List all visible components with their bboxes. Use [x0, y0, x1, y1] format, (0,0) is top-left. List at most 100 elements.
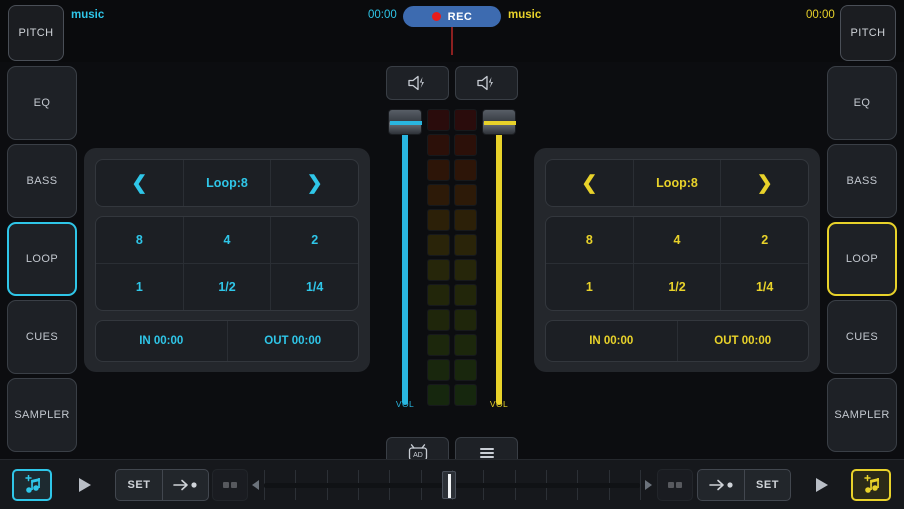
sidebar-item-loop-b[interactable]: LOOP	[827, 222, 897, 296]
loop-beat-button[interactable]: 4	[182, 217, 271, 263]
load-track-button-deck-b[interactable]	[851, 469, 891, 501]
vu-meter-row	[427, 159, 477, 181]
mixer-body: VOL VOL	[386, 109, 518, 429]
vu-meter-segment	[454, 309, 477, 331]
speaker-buttons-row	[386, 66, 518, 100]
speaker-bolt-icon	[407, 75, 424, 91]
vu-meter-segment	[427, 184, 450, 206]
speaker-button-deck-b[interactable]	[455, 66, 518, 100]
sidebar-deck-a: EQ BASS LOOP CUES SAMPLER	[7, 66, 77, 456]
chevron-left-icon: ❮	[581, 172, 598, 194]
volume-fader-deck-a[interactable]: VOL	[386, 109, 424, 409]
play-icon	[816, 478, 828, 492]
crossfader[interactable]	[250, 469, 654, 501]
record-button[interactable]: REC	[403, 6, 501, 27]
set-button-deck-b[interactable]: SET	[743, 470, 790, 500]
cue-jump-button-deck-a[interactable]	[161, 470, 208, 500]
loop-beat-button[interactable]: 1/2	[632, 264, 721, 310]
cue-controls-deck-b: SET	[697, 469, 791, 501]
vu-meter-row	[427, 184, 477, 206]
volume-label-deck-a: VOL	[395, 399, 415, 409]
triangle-right-icon[interactable]	[645, 480, 652, 490]
loop-next-button-a[interactable]: ❯	[270, 160, 358, 206]
load-track-button-deck-a[interactable]	[12, 469, 52, 501]
triangle-left-icon[interactable]	[252, 480, 259, 490]
loop-in-button-a[interactable]: IN 00:00	[96, 321, 227, 361]
loop-beat-button[interactable]: 8	[546, 217, 633, 263]
loop-prev-button-b[interactable]: ❮	[546, 160, 633, 206]
vu-meter-segment	[454, 184, 477, 206]
vu-meter-row	[427, 234, 477, 256]
crossfader-handle[interactable]	[442, 471, 456, 499]
pitch-label: PITCH	[850, 27, 886, 39]
loop-beat-button[interactable]: 1	[546, 264, 633, 310]
loop-inout-b: IN 00:00 OUT 00:00	[545, 320, 809, 362]
loop-beat-button[interactable]: 1/4	[270, 264, 358, 310]
pads-icon	[223, 482, 237, 488]
loop-beat-button[interactable]: 2	[270, 217, 358, 263]
deck-a-track-title: music	[71, 9, 105, 21]
pitch-button-deck-a[interactable]: PITCH	[8, 5, 64, 61]
deck-b-track-title: music	[508, 9, 542, 21]
record-playhead-line	[451, 27, 453, 55]
loop-beat-button[interactable]: 1/4	[720, 264, 808, 310]
vu-meter-segment	[427, 284, 450, 306]
sidebar-item-cues-a[interactable]: CUES	[7, 300, 77, 374]
pads-button-deck-b[interactable]	[657, 469, 693, 501]
loop-beat-button[interactable]: 4	[632, 217, 721, 263]
loop-beat-button[interactable]: 2	[720, 217, 808, 263]
vu-meter-segment	[427, 234, 450, 256]
sidebar-item-bass-a[interactable]: BASS	[7, 144, 77, 218]
deck-b-timecode: 00:00	[806, 9, 835, 21]
crossfader-tick	[640, 470, 641, 500]
pitch-button-deck-b[interactable]: PITCH	[840, 5, 896, 61]
pads-button-deck-a[interactable]	[212, 469, 248, 501]
sidebar-item-bass-b[interactable]: BASS	[827, 144, 897, 218]
deck-a-timecode: 00:00	[368, 9, 397, 21]
sidebar-item-loop-a[interactable]: LOOP	[7, 222, 77, 296]
play-button-deck-a[interactable]	[62, 469, 106, 501]
play-button-deck-b[interactable]	[799, 469, 843, 501]
loop-panel-deck-b: ❮ Loop:8 ❯ 8 4 2 1 1/2 1/4 IN 00:00 OUT …	[534, 148, 820, 372]
vu-meter	[427, 109, 477, 409]
vu-meter-segment	[454, 109, 477, 131]
dj-mixer-app: PITCH music 00:00 REC music 00:00 PITCH …	[0, 0, 904, 509]
sidebar-item-eq-b[interactable]: EQ	[827, 66, 897, 140]
music-note-add-icon	[25, 475, 40, 493]
fader-knob-stripe	[390, 121, 422, 125]
arrow-to-dot-icon	[709, 479, 733, 491]
fader-track	[402, 117, 408, 405]
sidebar-deck-b: EQ BASS LOOP CUES SAMPLER	[827, 66, 897, 456]
fader-knob[interactable]	[388, 109, 422, 135]
loop-prev-button-a[interactable]: ❮	[96, 160, 183, 206]
loop-beat-button[interactable]: 1	[96, 264, 183, 310]
set-button-deck-a[interactable]: SET	[116, 470, 162, 500]
pitch-label: PITCH	[18, 27, 54, 39]
sidebar-item-sampler-a[interactable]: SAMPLER	[7, 378, 77, 452]
sidebar-item-label: CUES	[845, 331, 879, 343]
music-note-add-icon	[864, 475, 879, 493]
sidebar-item-label: LOOP	[25, 253, 59, 265]
loop-out-button-a[interactable]: OUT 00:00	[226, 321, 359, 361]
sidebar-item-eq-a[interactable]: EQ	[7, 66, 77, 140]
vu-meter-segment	[454, 234, 477, 256]
loop-length-display-b[interactable]: Loop:8	[632, 160, 721, 206]
sidebar-item-cues-b[interactable]: CUES	[827, 300, 897, 374]
fader-knob[interactable]	[482, 109, 516, 135]
header: PITCH music 00:00 REC music 00:00 PITCH	[0, 0, 904, 62]
svg-text:AD: AD	[413, 452, 423, 459]
vu-meter-segment	[427, 334, 450, 356]
cue-jump-button-deck-b[interactable]	[698, 470, 744, 500]
loop-next-button-b[interactable]: ❯	[720, 160, 808, 206]
vu-meter-row	[427, 284, 477, 306]
loop-inout-a: IN 00:00 OUT 00:00	[95, 320, 359, 362]
volume-fader-deck-b[interactable]: VOL	[480, 109, 518, 409]
loop-out-button-b[interactable]: OUT 00:00	[676, 321, 809, 361]
speaker-button-deck-a[interactable]	[386, 66, 449, 100]
loop-beat-button[interactable]: 8	[96, 217, 183, 263]
cue-controls-deck-a: SET	[115, 469, 209, 501]
loop-in-button-b[interactable]: IN 00:00	[546, 321, 677, 361]
loop-length-display-a[interactable]: Loop:8	[182, 160, 271, 206]
loop-beat-button[interactable]: 1/2	[182, 264, 271, 310]
sidebar-item-sampler-b[interactable]: SAMPLER	[827, 378, 897, 452]
